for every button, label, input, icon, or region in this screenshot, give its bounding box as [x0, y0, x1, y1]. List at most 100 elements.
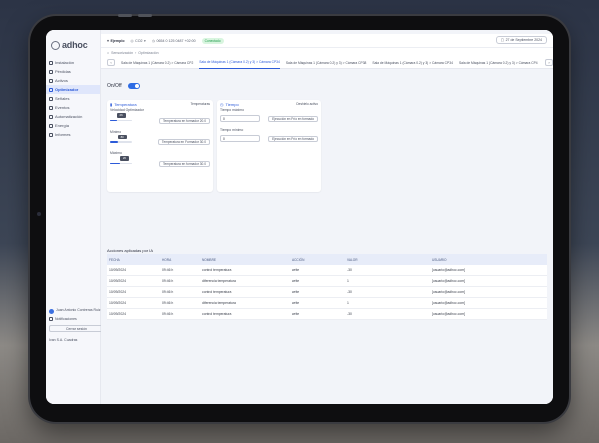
onoff-control: On/Off — [107, 83, 140, 89]
column-header[interactable]: HORA — [162, 258, 202, 262]
temperature-title: Temperatura — [114, 101, 137, 107]
assets-icon — [49, 78, 53, 83]
slider-action-button[interactable]: Temperatura en formador 30.0 — [158, 160, 210, 167]
user-name: Juan Antonio Contreras Ruiz — [56, 308, 101, 312]
temperature-slider[interactable] — [110, 162, 132, 165]
sidebar-item-5[interactable]: Señales — [46, 94, 100, 103]
time-max-input[interactable]: 0 — [220, 115, 260, 122]
slider-row: Temperatura en Formador 30.0 — [110, 139, 210, 145]
sidebar-item-label: Eventos — [55, 105, 70, 110]
tab-3[interactable]: Sala de Máquinas 1 (Cámara 0.2) y 3) > C… — [286, 57, 367, 69]
site-selector[interactable]: ⌖ Ejemplo — [107, 39, 125, 43]
column-header[interactable]: USUARIO — [432, 258, 547, 262]
column-header[interactable]: ACCIÓN — [292, 258, 347, 262]
signal-icon — [49, 96, 53, 101]
column-header[interactable]: NOMBRE — [202, 258, 292, 262]
time-max-button[interactable]: Ejecución en Frío en formado — [268, 115, 318, 122]
slider-fill — [110, 141, 118, 143]
temperature-slider[interactable] — [110, 119, 132, 122]
table-cell: [usuario@adhoc.com] — [432, 279, 466, 283]
column-header[interactable]: FECHA — [107, 258, 162, 262]
table-cell: control temperatura — [202, 312, 232, 316]
time-min-row: 0 Ejecución en Frío en formado — [220, 135, 318, 142]
time-max-row: 0 Ejecución en Frío en formado — [220, 115, 318, 122]
clock-icon: ◷ — [151, 38, 155, 43]
sidebar-item-3[interactable]: Activos — [46, 76, 100, 85]
company-name: Ivan S.A. Cuadras — [49, 338, 78, 342]
user-panel: Juan Antonio Contreras Ruiz Notificacion… — [49, 308, 104, 332]
table-cell: write — [292, 290, 300, 294]
time-min-input[interactable]: 0 — [220, 135, 260, 142]
logo[interactable]: adhoc — [46, 38, 100, 52]
table-cell: 10/09/2024 — [109, 279, 126, 283]
slider-fill — [110, 119, 117, 122]
slider-label: Mínimo — [110, 129, 122, 134]
breadcrumb-separator: › — [135, 50, 137, 55]
slider-label: Máximo — [110, 151, 122, 155]
phone-info: ◷ 0654 0 125 0487 +02:00 — [152, 39, 196, 43]
time-min-label: Tiempo mínimo — [220, 128, 244, 132]
column-header[interactable]: VALOR — [347, 258, 432, 262]
time-min-button[interactable]: Ejecución en Frío en formado — [268, 135, 318, 142]
sidebar-item-label: Energía — [55, 123, 70, 128]
sidebar-item-4[interactable]: Optimizador — [46, 85, 100, 94]
tablet-button — [138, 14, 152, 17]
sidebar-item-7[interactable]: Automatización — [46, 112, 100, 121]
table-cell: 10/09/2024 — [109, 268, 126, 272]
app-screen: adhoc Instalación Pérdidas Activos Optimiza… — [46, 30, 553, 404]
notifications-link[interactable]: Notificaciones — [49, 317, 104, 321]
home-icon: ⌂ — [107, 50, 110, 55]
tablet-frame: adhoc Instalación Pérdidas Activos Optimiza… — [30, 14, 569, 422]
tab-4[interactable]: Sala de Máquinas 1 (Cámara 0.2) y 3) > C… — [372, 57, 453, 69]
tab-5[interactable]: Sala de Máquinas 1 (Cámara 0.2) y 3) > C… — [459, 57, 538, 69]
tabs-next-button[interactable]: › — [545, 59, 553, 66]
sidebar: adhoc Instalación Pérdidas Activos Optimiza… — [46, 30, 104, 404]
table-cell: -30 — [347, 312, 352, 316]
sidebar-item-1[interactable]: Instalación — [46, 58, 100, 67]
sidebar-item-label: Señales — [55, 96, 70, 101]
breadcrumb-root[interactable]: Sensorización — [111, 51, 133, 55]
sidebar-item-label: Instalación — [55, 60, 75, 65]
time-max-label: Tiempo máximo — [220, 108, 244, 112]
tab-1[interactable]: Sala de Máquinas 1 (Cámara 0.2) > Cámara… — [121, 57, 193, 69]
temperature-subtitle: Temperaturas — [190, 102, 211, 106]
co2-indicator[interactable]: ◎ CO2 ▾ — [131, 39, 146, 43]
main-content: ⌖ Ejemplo ◎ CO2 ▾ ◷ 0654 0 125 0487 +02:… — [101, 30, 553, 404]
chevron-down-icon: ▾ — [144, 38, 146, 43]
tab-2[interactable]: Sala de Máquinas 1 (Cámara 0.2) y 3) > C… — [199, 57, 280, 69]
sidebar-item-2[interactable]: Pérdidas — [46, 67, 100, 76]
slider-label: Velocidad Optimizador — [110, 108, 144, 112]
time-card: ◷ Tiempo Deshielo activo Tiempo máximo 0… — [217, 100, 321, 192]
event-icon — [49, 105, 53, 110]
calendar-icon: ▢ — [500, 38, 505, 42]
tabs-prev-button[interactable]: ‹ — [107, 59, 115, 66]
temperature-card-title: ▮ Temperatura — [110, 102, 137, 107]
date-selector[interactable]: ▢ 27 de Septiembre 2024 — [495, 36, 547, 44]
temperature-card: ▮ Temperatura Temperaturas Velocidad Opt… — [107, 100, 213, 192]
sidebar-item-label: Optimizador — [55, 87, 79, 92]
automation-icon — [49, 114, 53, 119]
thermometer-icon: ▮ — [110, 101, 113, 107]
onoff-toggle[interactable] — [127, 83, 140, 89]
sidebar-item-9[interactable]: Informes — [46, 130, 100, 139]
table-cell: 10/09/2024 — [109, 312, 126, 316]
sidebar-item-label: Automatización — [55, 114, 83, 119]
sidebar-item-6[interactable]: Eventos — [46, 103, 100, 112]
table-row: 10/09/2024 09:46 h control temperatura writ… — [107, 265, 547, 276]
user-profile[interactable]: Juan Antonio Contreras Ruiz — [49, 308, 104, 314]
sidebar-item-8[interactable]: Energía — [46, 121, 100, 130]
table-cell: write — [292, 268, 300, 272]
slider-row: Temperatura en formador 30.0 — [110, 160, 210, 167]
time-fields: Tiempo máximo 0 Ejecución en Frío en for… — [217, 108, 321, 142]
slider-action-button[interactable]: Temperatura en formador 20.0 — [158, 117, 210, 124]
onoff-label: On/Off — [107, 83, 122, 89]
logout-button[interactable]: Cerrar sesión — [49, 325, 104, 332]
table-row: 10/09/2024 09:46 h control temperatura writ… — [107, 287, 547, 298]
sidebar-item-label: Informes — [55, 132, 71, 137]
avatar — [49, 309, 54, 314]
table-row: 10/09/2024 09:46 h diferencia temperatura w… — [107, 276, 547, 287]
table-header: FECHA HORA NOMBRE ACCIÓN VALOR USUARIO — [107, 254, 547, 265]
table-row: 10/09/2024 09:46 h diferencia temperatura w… — [107, 298, 547, 309]
slider-action-button[interactable]: Temperatura en Formador 30.0 — [157, 139, 210, 145]
temperature-slider[interactable] — [110, 141, 132, 143]
